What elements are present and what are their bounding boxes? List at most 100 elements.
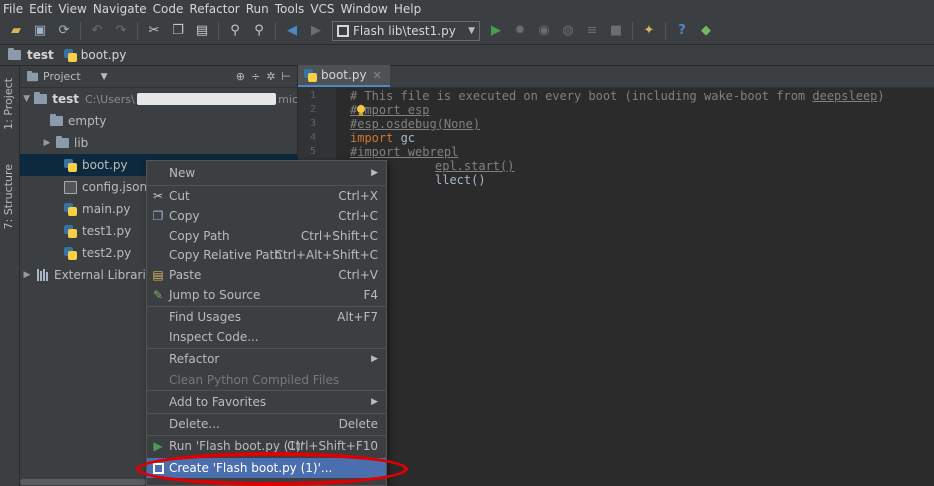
tree-item-lib[interactable]: ▶ lib <box>20 132 298 154</box>
collapsed-arrow-icon[interactable]: ▶ <box>40 138 54 148</box>
menu-item-label: Add to Favorites <box>169 395 267 409</box>
menu-item-label: Run 'Flash boot.py (1)' <box>169 439 305 453</box>
run-icon: ▶ <box>153 439 163 453</box>
concurrency-icon[interactable]: ≡ <box>584 23 600 39</box>
code-line-3: #esp.osdebug(None) <box>350 117 481 131</box>
editor-tab-boot-py[interactable]: boot.py ✕ <box>298 65 390 87</box>
menu-item-label: Jump to Source <box>169 288 261 302</box>
menu-edit[interactable]: Edit <box>26 1 55 17</box>
save-icon[interactable]: ▣ <box>32 23 48 39</box>
menu-item-create-run-config[interactable]: Create 'Flash boot.py (1)'... <box>147 458 386 478</box>
scrollbar-thumb[interactable] <box>20 479 146 485</box>
jump-to-source-icon: ✎ <box>152 288 164 302</box>
line-number: 2 <box>309 104 316 115</box>
menu-item-paste[interactable]: ▤ Paste Ctrl+V <box>147 265 386 285</box>
copy-icon[interactable]: ❐ <box>170 23 186 39</box>
lightbulb-icon[interactable] <box>356 105 366 117</box>
debug-icon[interactable]: ✹ <box>512 23 528 39</box>
run-config-label: Flash lib\test1.py <box>353 24 456 38</box>
python-file-icon <box>63 48 77 62</box>
collapsed-arrow-icon[interactable]: ▶ <box>20 270 34 280</box>
toolbar-divider <box>632 22 633 40</box>
undo-icon[interactable]: ↶ <box>89 23 105 39</box>
expanded-arrow-icon[interactable]: ▼ <box>20 94 33 104</box>
tree-root[interactable]: ▼ test C:\Users\ mic <box>20 88 298 110</box>
help-icon[interactable]: ? <box>674 23 690 39</box>
project-view-icon <box>26 70 39 81</box>
comment-text: # This file is executed on every boot (i… <box>350 89 813 103</box>
menu-view[interactable]: View <box>55 1 89 17</box>
menu-item-copy[interactable]: ❐ Copy Ctrl+C <box>147 206 386 226</box>
copy-icon: ❐ <box>152 209 164 223</box>
menu-help[interactable]: Help <box>391 1 424 17</box>
tree-item-label: External Libraries <box>54 268 160 282</box>
menu-item-label: Paste <box>169 268 202 282</box>
folder-icon <box>48 113 64 129</box>
locate-icon[interactable]: ⊕ <box>236 70 245 83</box>
json-file-icon <box>62 179 78 195</box>
tree-item-empty[interactable]: empty <box>20 110 298 132</box>
settings-wrench-icon[interactable]: ✦ <box>641 23 657 39</box>
run-icon[interactable]: ▶ <box>488 23 504 39</box>
menu-item-shortcut: F4 <box>363 288 378 302</box>
tree-root-path-tail: mic <box>278 92 298 106</box>
breadcrumb-file[interactable]: boot.py <box>63 48 126 62</box>
project-panel-title[interactable]: Project <box>43 70 81 83</box>
menu-item-add-to-favorites[interactable]: Add to Favorites ▶ <box>147 392 386 412</box>
run-configuration-select[interactable]: Flash lib\test1.py ▼ <box>332 21 480 41</box>
coverage-icon[interactable]: ◉ <box>536 23 552 39</box>
menu-run[interactable]: Run <box>243 1 272 17</box>
tab-structure[interactable]: 7: Structure <box>2 164 15 229</box>
redo-icon[interactable]: ↷ <box>113 23 129 39</box>
find-icon[interactable]: ⚲ <box>227 23 243 39</box>
context-menu: New ▶ ✂ Cut Ctrl+X ❐ Copy Ctrl+C Copy Pa… <box>146 160 387 486</box>
stop-icon[interactable]: ■ <box>608 23 624 39</box>
menu-item-copy-path[interactable]: Copy Path Ctrl+Shift+C <box>147 226 386 246</box>
chevron-down-icon[interactable]: ▼ <box>101 72 108 82</box>
paste-icon[interactable]: ▤ <box>194 23 210 39</box>
menu-vcs[interactable]: VCS <box>307 1 337 17</box>
profile-icon[interactable]: ◍ <box>560 23 576 39</box>
menu-item-label: Refactor <box>169 352 220 366</box>
line-number: 5 <box>309 146 316 157</box>
tab-project[interactable]: 1: Project <box>2 78 15 130</box>
forward-icon[interactable]: ▶ <box>308 23 324 39</box>
tree-item-label: config.json <box>82 180 148 194</box>
cut-icon[interactable]: ✂ <box>146 23 162 39</box>
menu-item-jump-to-source[interactable]: ✎ Jump to Source F4 <box>147 285 386 305</box>
menu-item-label: Delete... <box>169 417 220 431</box>
paste-icon: ▤ <box>152 268 164 282</box>
hide-icon[interactable]: ⊢ <box>281 70 291 83</box>
editor-area: boot.py ✕ 1 2 3 4 5 6 7 # This file is e… <box>298 65 934 486</box>
menu-code[interactable]: Code <box>150 1 187 17</box>
menu-item-label: Cut <box>169 189 190 203</box>
menu-item-shortcut: Ctrl+V <box>338 268 378 282</box>
open-folder-icon[interactable]: ▰ <box>8 23 24 39</box>
menu-item-run[interactable]: ▶ Run 'Flash boot.py (1)' Ctrl+Shift+F10 <box>147 436 386 456</box>
menu-navigate[interactable]: Navigate <box>90 1 150 17</box>
menu-item-new[interactable]: New ▶ <box>147 163 386 183</box>
sync-icon[interactable]: ⟳ <box>56 23 72 39</box>
back-icon[interactable]: ◀ <box>284 23 300 39</box>
menu-item-cut[interactable]: ✂ Cut Ctrl+X <box>147 186 386 206</box>
menu-tools[interactable]: Tools <box>272 1 308 17</box>
collapse-all-icon[interactable]: ÷ <box>251 70 260 83</box>
breadcrumb-project[interactable]: test <box>8 48 54 62</box>
menu-item-find-usages[interactable]: Find Usages Alt+F7 <box>147 307 386 327</box>
menu-item-refactor[interactable]: Refactor ▶ <box>147 349 386 369</box>
menu-file[interactable]: File <box>0 1 26 17</box>
menu-refactor[interactable]: Refactor <box>186 1 242 17</box>
menu-item-delete[interactable]: Delete... Delete <box>147 414 386 434</box>
gear-icon[interactable]: ✲ <box>266 70 275 83</box>
plugin-icon[interactable]: ◆ <box>698 23 714 39</box>
menu-item-shortcut: Ctrl+Shift+C <box>300 229 378 243</box>
close-icon[interactable]: ✕ <box>373 69 382 82</box>
menu-item-inspect-code[interactable]: Inspect Code... <box>147 327 386 347</box>
replace-icon[interactable]: ⚲ <box>251 23 267 39</box>
cut-icon: ✂ <box>152 189 164 203</box>
menu-item-copy-relative-path[interactable]: Copy Relative Path Ctrl+Alt+Shift+C <box>147 245 386 265</box>
menu-window[interactable]: Window <box>338 1 391 17</box>
menu-item-label: Copy <box>169 209 200 223</box>
code-text[interactable]: # This file is executed on every boot (i… <box>350 89 885 187</box>
menu-item-label: Copy Path <box>169 229 230 243</box>
